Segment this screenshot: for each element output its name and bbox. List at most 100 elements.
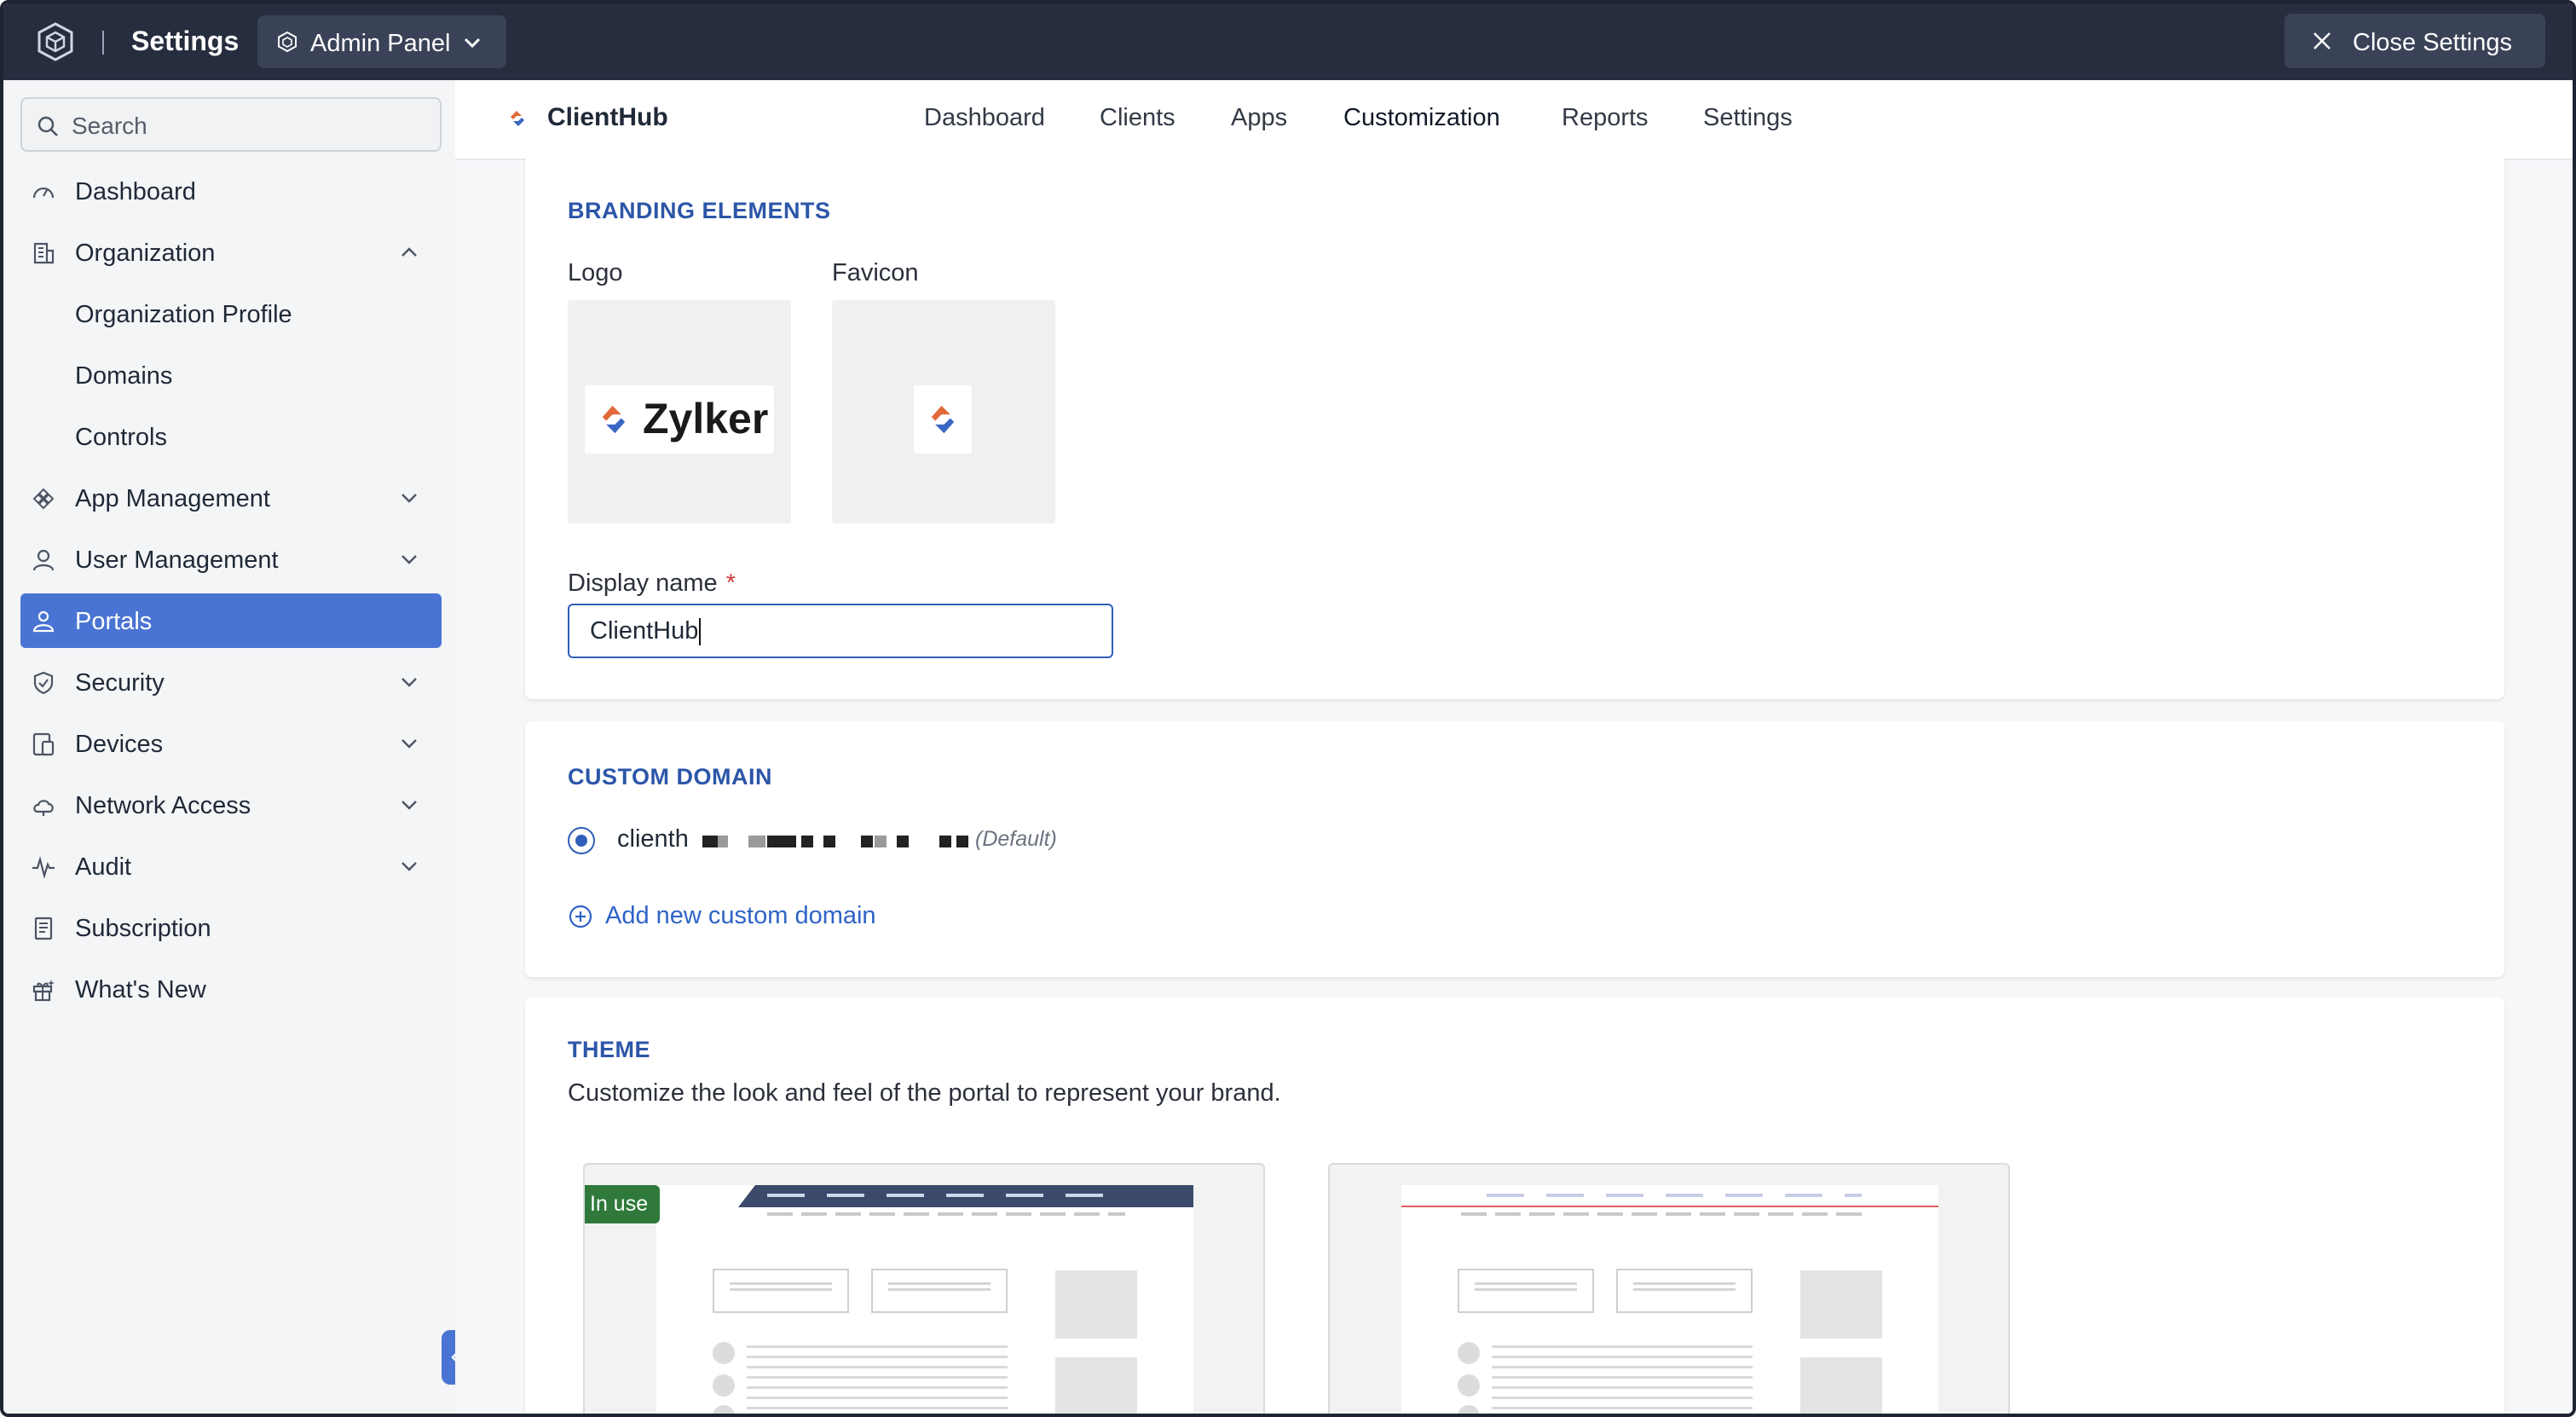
page-title: Settings [131, 26, 240, 56]
shield-icon [33, 671, 54, 695]
favicon-image [914, 385, 972, 454]
sidebar-item-label: Audit [75, 853, 132, 881]
pulse-icon [32, 855, 55, 880]
domain-name: clienth [617, 825, 689, 853]
cloud-icon [33, 800, 54, 816]
sidebar-item-organization-profile[interactable]: Organization Profile [20, 286, 442, 341]
sidebar-item-app-management[interactable]: App Management [20, 471, 442, 525]
clienthub-logo-icon [511, 111, 524, 126]
sidebar-item-dashboard[interactable]: Dashboard [20, 164, 442, 218]
add-circle-icon[interactable] [568, 904, 593, 929]
zylker-mark-icon [602, 405, 626, 434]
zylker-logo: Zylker [585, 385, 774, 454]
close-settings-button[interactable]: Close Settings [2284, 14, 2545, 68]
in-use-badge: In use [585, 1185, 661, 1223]
sidebar-item-label: Network Access [75, 792, 251, 819]
favicon-mark-icon [931, 405, 955, 434]
tab-customization[interactable]: Customization [1343, 104, 1500, 132]
search-input[interactable] [72, 111, 421, 142]
display-name-label: Display name * [568, 570, 736, 597]
admin-panel-label: Admin Panel [310, 30, 451, 57]
sidebar-item-label: Organization [75, 240, 216, 267]
main-content: BRANDING ELEMENTS Logo Favicon Zylker Di… [455, 153, 2573, 1414]
search-box[interactable] [20, 97, 442, 152]
sidebar-item-domains[interactable]: Domains [20, 348, 442, 402]
sidebar-item-label: Organization Profile [75, 301, 292, 328]
chevron-down-icon [401, 862, 417, 871]
sidebar-item-security[interactable]: Security [20, 655, 442, 709]
search-icon [38, 116, 58, 136]
tab-reports[interactable]: Reports [1562, 104, 1649, 132]
custom-domain-card: CUSTOM DOMAIN clienth (Default) Add new … [525, 721, 2504, 977]
theme-description: Customize the look and feel of the porta… [568, 1079, 1281, 1107]
title-divider [102, 31, 104, 55]
theme-card: THEME Customize the look and feel of the… [525, 998, 2504, 1414]
sidebar-item-label: Controls [75, 424, 167, 451]
window-frame: Settings Admin Panel Close Settings Sear… [0, 0, 2576, 1417]
chevron-down-icon [401, 494, 417, 503]
sidebar-item-label: Subscription [75, 915, 211, 942]
gift-icon [32, 980, 55, 1002]
display-name-field[interactable]: ClientHub [568, 604, 1113, 658]
close-icon [2313, 32, 2331, 49]
chevron-down-icon [401, 801, 417, 810]
domain-radio-default[interactable] [568, 827, 595, 854]
theme-preview-1 [656, 1185, 1193, 1414]
theme-section-title: THEME [568, 1037, 650, 1062]
add-custom-domain-link[interactable]: Add new custom domain [605, 902, 876, 930]
sidebar-item-user-management[interactable]: User Management [20, 532, 442, 587]
admin-panel-dropdown[interactable]: Admin Panel [257, 15, 506, 68]
logo-upload[interactable]: Zylker [568, 300, 791, 523]
devices-icon [32, 732, 55, 756]
branding-card: BRANDING ELEMENTS Logo Favicon Zylker Di… [525, 153, 2504, 699]
sidebar-item-label: Devices [75, 731, 164, 758]
favicon-label: Favicon [832, 259, 919, 286]
sidebar-item-audit[interactable]: Audit [20, 839, 442, 894]
portal-icon [32, 610, 55, 633]
branding-section-title: BRANDING ELEMENTS [568, 198, 831, 223]
close-settings-label: Close Settings [2353, 29, 2512, 56]
gauge-icon [32, 187, 55, 199]
custom-domain-section-title: CUSTOM DOMAIN [568, 764, 772, 789]
sidebar-item-label: Portals [75, 608, 153, 635]
theme-option-1[interactable]: In use [583, 1163, 1265, 1414]
chevron-down-icon [401, 555, 417, 564]
sidebar-item-label: Security [75, 669, 165, 697]
theme-preview-2 [1401, 1185, 1938, 1414]
sidebar-item-subscription[interactable]: Subscription [20, 900, 442, 955]
top-bar: Settings Admin Panel Close Settings [3, 3, 2573, 80]
sidebar-item-controls[interactable]: Controls [20, 409, 442, 464]
logo-label: Logo [568, 259, 623, 286]
chevron-down-icon [401, 678, 417, 687]
theme-option-2[interactable] [1328, 1163, 2010, 1414]
sidebar-item-whats-new[interactable]: What's New [20, 962, 442, 1016]
receipt-icon [34, 917, 53, 940]
user-icon [32, 549, 55, 571]
cube-logo-icon[interactable] [34, 20, 77, 63]
sidebar-item-portals[interactable]: Portals [20, 593, 442, 648]
chevron-down-icon [401, 739, 417, 749]
sidebar-item-label: Domains [75, 362, 173, 390]
tab-clients[interactable]: Clients [1100, 104, 1175, 132]
building-icon [33, 242, 55, 264]
app-name: ClientHub [547, 103, 668, 131]
sidebar: Dashboard Organization Organization Prof… [3, 80, 455, 1414]
sidebar-item-label: Dashboard [75, 178, 196, 205]
chevron-up-icon [401, 247, 417, 257]
sidebar-item-devices[interactable]: Devices [20, 716, 442, 771]
sidebar-item-label: User Management [75, 547, 279, 574]
tab-dashboard[interactable]: Dashboard [924, 104, 1045, 132]
favicon-upload[interactable] [832, 300, 1055, 523]
sidebar-item-label: What's New [75, 976, 206, 1003]
tab-apps[interactable]: Apps [1231, 104, 1287, 132]
required-mark: * [725, 570, 736, 597]
chevron-down-icon [464, 38, 481, 49]
sidebar-item-organization[interactable]: Organization [20, 225, 442, 280]
sidebar-item-network-access[interactable]: Network Access [20, 778, 442, 832]
zylker-logo-text: Zylker [643, 395, 769, 442]
display-name-value: ClientHub [590, 617, 702, 646]
default-tag: (Default) [975, 827, 1057, 851]
sidebar-item-label: App Management [75, 485, 270, 512]
app-header: ClientHub Dashboard Clients Apps Customi… [455, 80, 2573, 160]
tab-settings[interactable]: Settings [1703, 104, 1793, 132]
